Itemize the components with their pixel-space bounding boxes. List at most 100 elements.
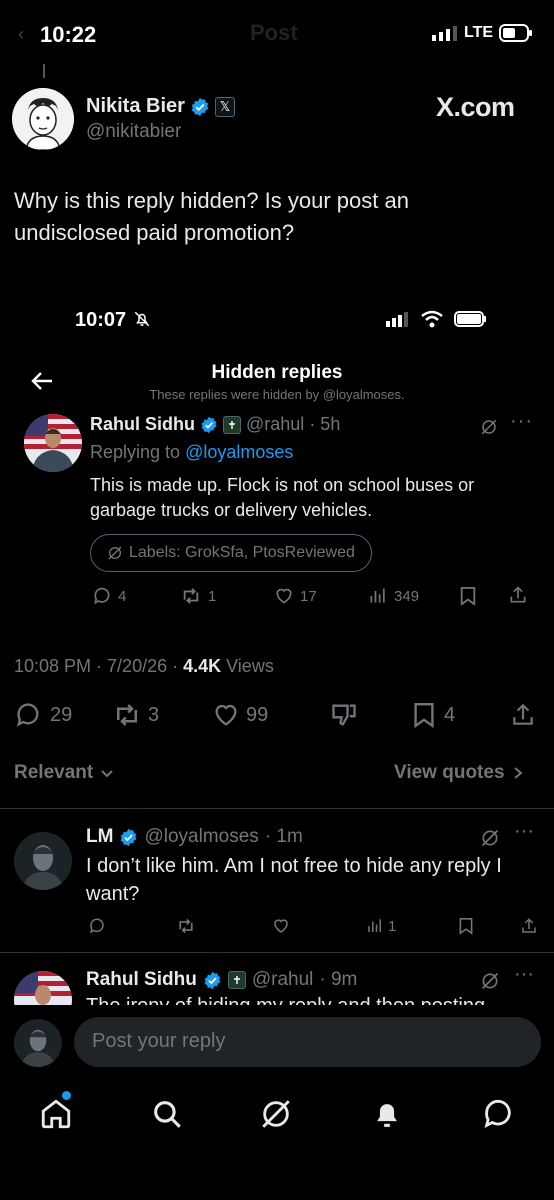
reply-action-views[interactable]: 349 — [368, 586, 419, 606]
battery-icon — [499, 24, 533, 42]
home-icon[interactable] — [39, 1097, 73, 1131]
views-label: Views — [221, 656, 274, 676]
reply1-time: · 1m — [264, 826, 303, 847]
grok-icon[interactable] — [480, 971, 500, 991]
reply2-author[interactable]: Rahul Sidhu — [86, 969, 197, 991]
chevron-right-icon — [511, 765, 525, 781]
home-notification-dot — [62, 1091, 71, 1100]
verified-icon — [119, 828, 138, 847]
sort-relevant-label: Relevant — [14, 762, 94, 783]
like-icon[interactable] — [272, 917, 290, 935]
affiliate-badge: 𝕏 — [214, 96, 235, 117]
downvote-icon[interactable] — [330, 701, 358, 729]
divider — [0, 808, 554, 809]
bookmark-icon — [412, 701, 436, 729]
post-action-bookmark[interactable]: 4 — [412, 701, 455, 729]
grok-icon[interactable] — [480, 828, 500, 848]
reply-icon[interactable] — [88, 917, 106, 935]
reply-count: 4 — [118, 587, 127, 605]
views-icon — [368, 586, 388, 606]
reply-input-placeholder: Post your reply — [92, 1030, 226, 1052]
author-handle[interactable]: @nikitabier — [86, 121, 181, 143]
like-count: 17 — [300, 587, 317, 605]
replying-to-link[interactable]: @loyalmoses — [185, 442, 293, 462]
reply2-text: The irony of hiding my reply and then po… — [86, 995, 485, 1005]
screenshot-status-indicators — [386, 310, 488, 328]
grok-icon[interactable] — [259, 1097, 293, 1131]
post-action-repost[interactable]: 3 — [112, 701, 159, 729]
signal-icon — [386, 311, 410, 327]
affiliate-badge-icon — [223, 415, 241, 434]
reply-action-reply[interactable]: 4 — [92, 586, 126, 606]
bell-slash-icon — [133, 310, 151, 328]
composer-bar: Post your reply — [0, 1005, 554, 1080]
reply-action-repost[interactable]: 1 — [180, 586, 216, 606]
reply-count: 29 — [50, 703, 73, 726]
reply1-text: I don’t like him. Am I not free to hide … — [86, 852, 502, 908]
view-quotes-link[interactable]: View quotes — [394, 762, 525, 784]
post-action-reply[interactable]: 29 — [14, 701, 72, 729]
bookmark-icon[interactable] — [459, 586, 477, 606]
views-icon — [366, 917, 384, 935]
bookmark-count: 4 — [444, 703, 456, 726]
reply-header: Rahul Sidhu @rahul · 5h — [90, 414, 340, 435]
bookmark-icon[interactable] — [458, 917, 474, 935]
reply-input[interactable]: Post your reply — [74, 1017, 541, 1067]
reply1-views-count: 1 — [388, 917, 397, 935]
reply2-avatar[interactable] — [14, 971, 72, 1005]
reply-handle[interactable]: @rahul — [246, 414, 304, 435]
reply1-text-line: want? — [86, 883, 140, 905]
hidden-replies-subtitle: These replies were hidden by @loyalmoses… — [149, 387, 405, 402]
reply-time: · 5h — [309, 414, 341, 434]
reply-author-name[interactable]: Rahul Sidhu — [90, 414, 195, 435]
reply-text-line: garbage trucks or delivery vehicles. — [90, 500, 373, 520]
reply-action-like[interactable]: 17 — [274, 586, 317, 606]
verified-icon — [190, 97, 210, 117]
search-icon[interactable] — [150, 1097, 184, 1131]
repost-icon — [180, 586, 202, 606]
chevron-down-icon — [99, 765, 115, 781]
view-quotes-label: View quotes — [394, 762, 505, 783]
reply2-handle[interactable]: @rahul — [252, 969, 314, 991]
screenshot-status-time: 10:07 — [75, 309, 127, 331]
timestamp-text: 10:08 PM · 7/20/26 · — [14, 656, 184, 676]
messages-icon[interactable] — [481, 1097, 515, 1131]
reply-text: This is made up. Flock is not on school … — [90, 473, 474, 523]
embedded-screenshot[interactable]: 10:07 Hidden replies These replies were … — [0, 290, 554, 620]
reply1-author[interactable]: LM — [86, 826, 113, 848]
replying-prefix: Replying to — [90, 442, 186, 462]
author-avatar[interactable] — [12, 88, 74, 150]
share-icon[interactable] — [520, 917, 538, 935]
reply1-avatar[interactable] — [14, 832, 72, 890]
status-indicators: LTE — [432, 24, 533, 42]
post-action-like[interactable]: 99 — [212, 701, 268, 729]
more-icon[interactable]: ··· — [510, 410, 533, 433]
reply1-handle[interactable]: @loyalmoses — [144, 826, 258, 848]
affiliate-badge-icon — [227, 971, 246, 989]
reply-text-line: This is made up. Flock is not on school … — [90, 475, 475, 495]
replying-to: Replying to @loyalmoses — [90, 442, 293, 463]
reply-icon — [92, 586, 112, 606]
grok-icon[interactable] — [480, 418, 498, 436]
share-icon[interactable] — [510, 701, 536, 729]
reply-avatar[interactable] — [24, 414, 82, 472]
author-name[interactable]: Nikita Bier — [86, 95, 185, 118]
reply1-views[interactable]: 1 — [366, 917, 396, 935]
signal-icon — [432, 25, 458, 41]
author-name-row: Nikita Bier 𝕏 — [86, 95, 235, 118]
more-icon[interactable]: ··· — [514, 963, 534, 986]
share-icon[interactable] — [508, 585, 528, 605]
labels-pill[interactable]: Labels: GrokSfa, PtosReviewed — [90, 534, 372, 572]
like-icon — [212, 701, 240, 729]
like-count: 99 — [246, 703, 269, 726]
views-count: 4.4K — [183, 656, 222, 676]
site-label: X.com — [436, 92, 515, 122]
reply-icon — [14, 701, 42, 729]
bell-icon[interactable] — [370, 1097, 404, 1131]
more-icon[interactable]: ··· — [514, 820, 534, 843]
repost-icon[interactable] — [176, 917, 196, 935]
battery-icon — [454, 310, 488, 328]
thread-line — [43, 64, 45, 78]
labels-text: Labels: GrokSfa, PtosReviewed — [129, 544, 355, 561]
sort-relevant[interactable]: Relevant — [14, 762, 115, 784]
